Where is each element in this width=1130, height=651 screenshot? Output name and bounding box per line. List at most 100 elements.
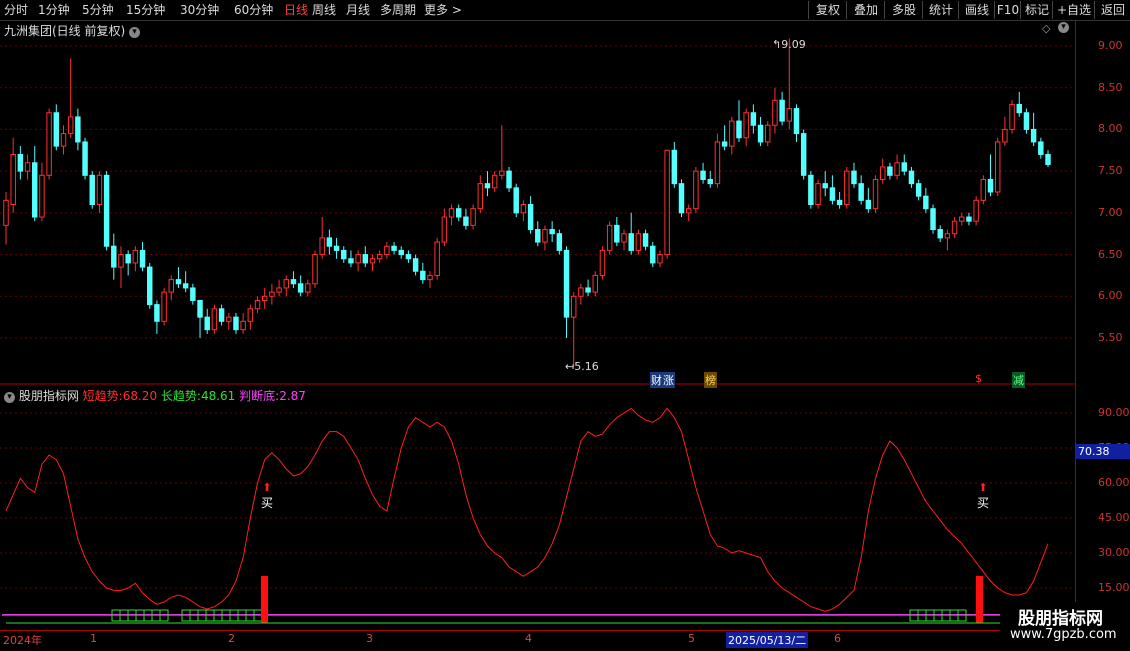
candle — [765, 124, 771, 143]
overlay-button[interactable]: 叠加 — [846, 1, 885, 19]
date-axis — [0, 630, 1075, 651]
tab-daily[interactable]: 日线 — [284, 0, 308, 20]
candle — [75, 116, 81, 143]
candle — [1016, 103, 1022, 114]
candle — [484, 183, 491, 189]
candle — [441, 216, 448, 243]
period-toolbar: 分时 1分钟 5分钟 15分钟 30分钟 60分钟 日线 周线 月线 多周期 更… — [0, 0, 1130, 21]
multi-stock-button[interactable]: 多股 — [884, 1, 923, 19]
tab-monthly[interactable]: 月线 — [346, 0, 370, 20]
fuquan-button[interactable]: 复权 — [808, 1, 847, 19]
low-price-label: ↤5.16 — [565, 360, 599, 373]
candle — [642, 233, 649, 247]
candle — [621, 233, 627, 243]
candle — [376, 254, 383, 260]
candle — [283, 279, 289, 289]
candle — [211, 308, 218, 331]
short-trend-line — [5, 407, 1049, 612]
candle — [714, 141, 721, 185]
draw-line-button[interactable]: 画线 — [958, 1, 995, 19]
candle — [139, 249, 146, 268]
event-tag-zhang[interactable]: 涨 — [662, 372, 675, 388]
candle — [865, 199, 872, 210]
candle — [319, 237, 325, 256]
buy-signal-1: ⬆ 买 — [260, 482, 274, 511]
candle — [161, 291, 167, 322]
candle — [614, 224, 620, 243]
candle — [60, 133, 67, 147]
candle — [17, 153, 24, 172]
mark-button[interactable]: 标记 — [1020, 1, 1053, 19]
tab-more[interactable]: 更多 > — [424, 0, 462, 20]
candle — [362, 254, 369, 264]
candle — [599, 249, 606, 276]
up-arrow-icon: ⬆ — [262, 481, 272, 494]
candle — [420, 270, 426, 281]
candle — [290, 279, 297, 285]
event-tag-dollar[interactable]: $ — [975, 372, 982, 385]
chart-area[interactable] — [0, 20, 1075, 630]
candle — [520, 204, 527, 214]
candle — [736, 120, 742, 139]
candle — [721, 141, 728, 147]
candle — [707, 178, 713, 185]
x-label-month-2: 2 — [228, 632, 235, 645]
candle — [67, 116, 74, 135]
candle — [499, 170, 505, 176]
candle — [872, 178, 879, 210]
current-value-box: 70.38 — [1075, 444, 1130, 459]
candle — [894, 162, 900, 176]
candle — [1002, 128, 1008, 143]
candle — [980, 178, 987, 201]
candle — [786, 108, 793, 122]
y-tick-label: 9.00 — [1098, 39, 1123, 52]
tab-15min[interactable]: 15分钟 — [126, 0, 165, 20]
candle — [305, 283, 311, 293]
tab-multi-period[interactable]: 多周期 — [380, 0, 416, 20]
candle — [326, 237, 333, 247]
candle — [1023, 112, 1030, 130]
y-tick-label: 60.00 — [1098, 476, 1130, 489]
f10-button[interactable]: F10 — [994, 1, 1021, 19]
tab-1min[interactable]: 1分钟 — [38, 0, 70, 20]
candle — [427, 274, 433, 281]
candle — [822, 183, 828, 189]
candle — [240, 320, 246, 331]
back-button[interactable]: 返回 — [1094, 1, 1130, 19]
tab-5min[interactable]: 5分钟 — [82, 0, 114, 20]
candle — [434, 241, 440, 276]
candle — [218, 308, 225, 322]
candle — [700, 170, 706, 180]
add-favorite-button[interactable]: +自选 — [1052, 1, 1095, 19]
candle — [585, 287, 591, 293]
price-axis — [1075, 20, 1130, 630]
tab-30min[interactable]: 30分钟 — [180, 0, 219, 20]
y-tick-label: 5.50 — [1098, 331, 1123, 344]
x-label-month-3: 3 — [366, 632, 373, 645]
tab-fenshi[interactable]: 分时 — [4, 0, 28, 20]
candle — [966, 216, 972, 222]
candle — [348, 258, 354, 264]
candle — [269, 291, 275, 297]
candle — [391, 245, 397, 251]
high-price-label: ↰9.09 — [772, 38, 806, 51]
candle — [973, 199, 979, 222]
buy-label: 买 — [976, 496, 989, 510]
candle — [772, 99, 778, 126]
candle — [477, 183, 484, 210]
candle — [154, 304, 160, 322]
candle — [190, 287, 196, 301]
candle — [103, 174, 110, 247]
statistics-button[interactable]: 统计 — [922, 1, 959, 19]
tab-weekly[interactable]: 周线 — [312, 0, 336, 20]
candle — [197, 299, 203, 318]
candle — [32, 162, 38, 218]
candle — [175, 279, 182, 285]
candle — [1009, 103, 1015, 130]
tab-60min[interactable]: 60分钟 — [234, 0, 273, 20]
candle — [693, 170, 699, 210]
event-tag-jian[interactable]: 减 — [1012, 372, 1025, 388]
candle — [506, 170, 512, 189]
x-label-year: 2024年 — [3, 634, 42, 647]
event-tag-bang[interactable]: 榜 — [704, 372, 717, 388]
